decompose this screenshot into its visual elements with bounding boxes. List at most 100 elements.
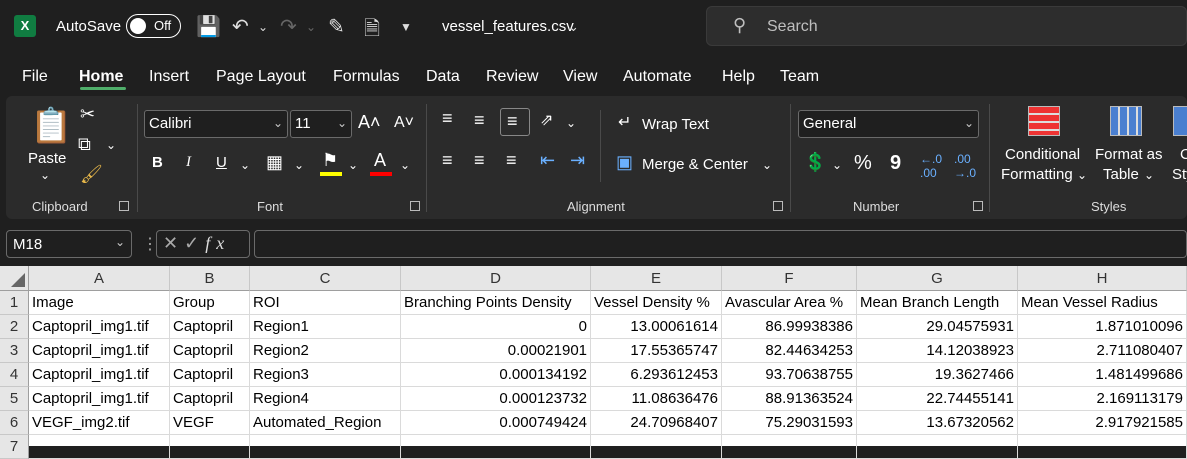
autosave-toggle[interactable]: Off xyxy=(126,14,181,38)
italic-button[interactable]: I xyxy=(186,154,191,171)
increase-decimal-icon[interactable]: ←.0.00 xyxy=(920,152,942,180)
header-cell[interactable]: Vessel Density % xyxy=(591,291,722,315)
wrap-text-button[interactable]: Wrap Text xyxy=(642,116,709,133)
table-cell[interactable]: Region4 xyxy=(250,387,401,411)
search-box[interactable]: ⚲ Search xyxy=(706,6,1187,46)
table-cell[interactable]: VEGF xyxy=(170,411,250,435)
table-cell[interactable]: 6.293612453 xyxy=(591,363,722,387)
table-cell[interactable]: 2.169113179 xyxy=(1018,387,1187,411)
tab-review[interactable]: Review xyxy=(486,68,538,86)
table-cell[interactable]: Region2 xyxy=(250,339,401,363)
header-cell[interactable]: Branching Points Density xyxy=(401,291,591,315)
orientation-icon[interactable]: ⇗ xyxy=(540,110,553,130)
font-color-dropdown-icon[interactable]: ⌄ xyxy=(400,158,410,172)
table-cell[interactable]: 2.711080407 xyxy=(1018,339,1187,363)
table-cell[interactable]: 11.08636476 xyxy=(591,387,722,411)
table-cell[interactable]: 88.91363524 xyxy=(722,387,857,411)
row-header[interactable]: 1 xyxy=(0,291,29,315)
tab-data[interactable]: Data xyxy=(426,68,460,86)
alignment-launcher-icon[interactable] xyxy=(773,201,783,211)
align-left-icon[interactable]: ≡ xyxy=(442,150,453,171)
table-cell[interactable]: VEGF_img2.tif xyxy=(29,411,170,435)
format-as-table-icon[interactable] xyxy=(1110,106,1142,136)
table-cell[interactable]: Captopril_img1.tif xyxy=(29,315,170,339)
align-top-icon[interactable]: ≡ xyxy=(442,108,453,129)
table-cell[interactable]: Automated_Region xyxy=(250,411,401,435)
customize-toolbar-icon[interactable]: ▼ xyxy=(400,20,412,34)
row-header[interactable]: 2 xyxy=(0,315,29,339)
table-cell[interactable] xyxy=(857,435,1018,459)
format-as-table-line2[interactable]: Table xyxy=(1103,166,1139,183)
copy-dropdown-icon[interactable]: ⌄ xyxy=(106,138,116,152)
comma-style-button[interactable]: 9 xyxy=(890,152,901,175)
save-icon[interactable]: 💾 xyxy=(196,14,221,39)
merge-dropdown-icon[interactable]: ⌄ xyxy=(762,158,772,172)
spreadsheet-grid[interactable]: A B C D E F G H 1 Image Group ROI Branching Points D… xyxy=(0,266,1187,459)
table-cell[interactable]: Captopril xyxy=(170,387,250,411)
column-header-f[interactable]: F xyxy=(722,266,857,291)
column-header-a[interactable]: A xyxy=(29,266,170,291)
align-bottom-button[interactable]: ≡ xyxy=(500,108,530,136)
table-cell[interactable]: 19.3627466 xyxy=(857,363,1018,387)
table-cell[interactable]: Captopril xyxy=(170,363,250,387)
table-cell[interactable]: 82.44634253 xyxy=(722,339,857,363)
column-header-e[interactable]: E xyxy=(591,266,722,291)
format-table-dropdown-icon[interactable]: ⌄ xyxy=(1144,168,1154,182)
orientation-dropdown-icon[interactable]: ⌄ xyxy=(566,116,576,130)
bold-button[interactable]: B xyxy=(152,154,163,171)
table-cell[interactable]: Captopril_img1.tif xyxy=(29,339,170,363)
cell-styles-line1[interactable]: C xyxy=(1180,146,1187,163)
column-header-h[interactable]: H xyxy=(1018,266,1187,291)
row-header[interactable]: 5 xyxy=(0,387,29,411)
fill-color-dropdown-icon[interactable]: ⌄ xyxy=(348,158,358,172)
table-cell[interactable]: 1.871010096 xyxy=(1018,315,1187,339)
font-size-select[interactable]: 11 ⌄ xyxy=(290,110,352,138)
header-cell[interactable]: Mean Branch Length xyxy=(857,291,1018,315)
tab-formulas[interactable]: Formulas xyxy=(333,68,400,86)
file-name[interactable]: vessel_features.csv xyxy=(442,18,574,35)
paste-dropdown-icon[interactable]: ⌄ xyxy=(40,168,50,182)
column-header-g[interactable]: G xyxy=(857,266,1018,291)
undo-dropdown-icon[interactable]: ⌄ xyxy=(258,20,268,34)
tab-file[interactable]: File xyxy=(22,68,48,86)
insert-function-icon[interactable]: fx xyxy=(205,233,230,253)
clipboard-launcher-icon[interactable] xyxy=(119,201,129,211)
table-cell[interactable]: 24.70968407 xyxy=(591,411,722,435)
fill-color-icon[interactable]: ⚑ xyxy=(322,150,338,171)
column-header-d[interactable]: D xyxy=(401,266,591,291)
table-cell[interactable]: 17.55365747 xyxy=(591,339,722,363)
table-cell[interactable]: 2.917921585 xyxy=(1018,411,1187,435)
table-cell[interactable]: 86.99938386 xyxy=(722,315,857,339)
font-name-select[interactable]: Calibri ⌄ xyxy=(144,110,288,138)
borders-icon[interactable]: ▦ xyxy=(266,152,283,173)
table-cell[interactable]: 29.04575931 xyxy=(857,315,1018,339)
table-cell[interactable]: 13.67320562 xyxy=(857,411,1018,435)
row-header[interactable]: 6 xyxy=(0,411,29,435)
form-icon[interactable]: ✎ xyxy=(328,14,345,39)
table-cell[interactable]: 22.74455141 xyxy=(857,387,1018,411)
conditional-formatting-line1[interactable]: Conditional xyxy=(1005,146,1080,163)
cut-icon[interactable]: ✂ xyxy=(80,104,95,125)
table-cell[interactable]: 0.000123732 xyxy=(401,387,591,411)
column-header-c[interactable]: C xyxy=(250,266,401,291)
merge-center-button[interactable]: Merge & Center xyxy=(642,156,748,173)
tab-page-layout[interactable]: Page Layout xyxy=(216,68,306,86)
increase-font-icon[interactable]: A˄ xyxy=(358,112,381,133)
table-cell[interactable]: Captopril_img1.tif xyxy=(29,363,170,387)
conditional-formatting-icon[interactable] xyxy=(1028,106,1060,136)
number-format-select[interactable]: General ⌄ xyxy=(798,110,979,138)
row-header[interactable]: 3 xyxy=(0,339,29,363)
paste-icon[interactable]: 📋 xyxy=(30,106,72,146)
table-cell[interactable]: Captopril xyxy=(170,315,250,339)
underline-dropdown-icon[interactable]: ⌄ xyxy=(240,158,250,172)
tab-insert[interactable]: Insert xyxy=(149,68,189,86)
align-right-icon[interactable]: ≡ xyxy=(506,150,517,171)
header-cell[interactable]: Group xyxy=(170,291,250,315)
conditional-formatting-line2[interactable]: Formatting xyxy=(1001,166,1073,183)
format-painter-icon[interactable]: 🖌 xyxy=(80,164,103,185)
name-box[interactable]: M18 ⌄ xyxy=(6,230,132,258)
wrap-text-icon[interactable]: ↵ xyxy=(618,112,631,132)
undo-icon[interactable]: ↶ xyxy=(232,14,249,39)
select-all-button[interactable] xyxy=(0,266,29,291)
align-middle-icon[interactable]: ≡ xyxy=(474,110,485,131)
